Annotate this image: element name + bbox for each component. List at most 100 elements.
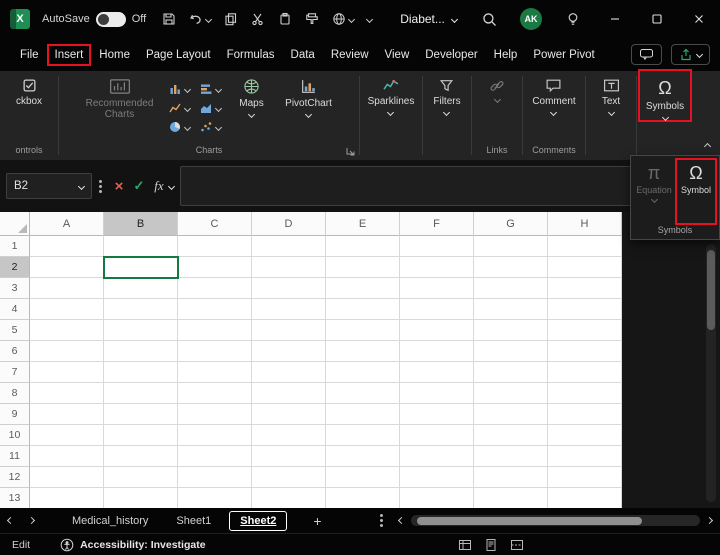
format-painter-button[interactable] [305,12,319,26]
cell-C6[interactable] [178,341,252,362]
cell-G13[interactable] [474,488,548,509]
vertical-scrollbar[interactable] [706,244,716,502]
cell-A13[interactable] [30,488,104,509]
cell-F9[interactable] [400,404,474,425]
cell-G9[interactable] [474,404,548,425]
sheet-tab-medical-history[interactable]: Medical_history [62,512,158,530]
cell-G2[interactable] [474,257,548,278]
cell-H2[interactable] [548,257,622,278]
cell-C11[interactable] [178,446,252,467]
formula-bar-handle[interactable] [99,184,102,188]
cell-H7[interactable] [548,362,622,383]
cell-A2[interactable] [30,257,104,278]
cell-C1[interactable] [178,236,252,257]
vertical-scrollbar-thumb[interactable] [707,250,715,330]
column-header-C[interactable]: C [178,212,252,236]
sparklines-button[interactable]: Sparklines [368,71,414,117]
cell-F11[interactable] [400,446,474,467]
bar-chart-button[interactable] [199,82,222,96]
cell-D13[interactable] [252,488,326,509]
cell-H13[interactable] [548,488,622,509]
row-header-1[interactable]: 1 [0,236,30,257]
cell-A1[interactable] [30,236,104,257]
horizontal-scrollbar-track[interactable] [410,515,700,526]
symbols-button[interactable]: Ω Symbols [640,71,690,122]
cell-D12[interactable] [252,467,326,488]
cell-C9[interactable] [178,404,252,425]
account-button[interactable]: AK [510,8,552,30]
cell-E3[interactable] [326,278,400,299]
hyperlink-button[interactable] [332,12,356,26]
chevron-down-icon[interactable] [205,15,213,23]
cell-F1[interactable] [400,236,474,257]
tab-power-pivot[interactable]: Power Pivot [525,44,602,66]
cell-B4[interactable] [104,299,178,320]
cell-H10[interactable] [548,425,622,446]
paste-button[interactable] [278,12,292,26]
cell-E6[interactable] [326,341,400,362]
area-chart-button[interactable] [199,101,222,115]
cell-E2[interactable] [326,257,400,278]
cell-G1[interactable] [474,236,548,257]
cell-H12[interactable] [548,467,622,488]
cell-B13[interactable] [104,488,178,509]
column-header-A[interactable]: A [30,212,104,236]
cell-G4[interactable] [474,299,548,320]
column-header-B[interactable]: B [104,212,178,236]
cell-F6[interactable] [400,341,474,362]
cell-B3[interactable] [104,278,178,299]
cell-A8[interactable] [30,383,104,404]
page-layout-view-icon[interactable] [484,538,498,552]
cell-F10[interactable] [400,425,474,446]
insert-function-button[interactable]: fx [149,178,169,194]
undo-button[interactable] [189,12,213,26]
cell-F2[interactable] [400,257,474,278]
tab-developer[interactable]: Developer [417,44,485,66]
cell-C4[interactable] [178,299,252,320]
cell-F4[interactable] [400,299,474,320]
tab-help[interactable]: Help [486,44,526,66]
cell-B5[interactable] [104,320,178,341]
cell-E5[interactable] [326,320,400,341]
cell-H11[interactable] [548,446,622,467]
cell-D8[interactable] [252,383,326,404]
cell-E10[interactable] [326,425,400,446]
cell-G11[interactable] [474,446,548,467]
cell-A3[interactable] [30,278,104,299]
checkbox-button[interactable]: ckbox [16,71,42,107]
row-header-5[interactable]: 5 [0,320,30,341]
cell-G7[interactable] [474,362,548,383]
row-header-2[interactable]: 2 [0,257,30,278]
column-header-G[interactable]: G [474,212,548,236]
cell-H8[interactable] [548,383,622,404]
cell-D11[interactable] [252,446,326,467]
cell-D3[interactable] [252,278,326,299]
autosave-toggle[interactable] [95,11,126,27]
cell-B2[interactable] [103,256,179,279]
cell-C10[interactable] [178,425,252,446]
symbol-menu-item[interactable]: Ω Symbol [677,160,715,223]
previous-sheet-button[interactable] [6,516,15,525]
cell-B1[interactable] [104,236,178,257]
cell-D6[interactable] [252,341,326,362]
cell-F3[interactable] [400,278,474,299]
cell-A4[interactable] [30,299,104,320]
cell-D4[interactable] [252,299,326,320]
cell-D7[interactable] [252,362,326,383]
cell-A10[interactable] [30,425,104,446]
row-header-7[interactable]: 7 [0,362,30,383]
cell-C12[interactable] [178,467,252,488]
tab-data[interactable]: Data [283,44,323,66]
cell-B9[interactable] [104,404,178,425]
row-header-9[interactable]: 9 [0,404,30,425]
sheet-tab-sheet1[interactable]: Sheet1 [166,512,221,530]
cancel-button[interactable]: × [109,178,129,195]
collapse-ribbon-button[interactable] [703,136,712,154]
cell-E4[interactable] [326,299,400,320]
share-button[interactable] [671,44,710,65]
filters-button[interactable]: Filters [433,71,461,117]
scatter-chart-button[interactable] [199,120,222,134]
row-header-11[interactable]: 11 [0,446,30,467]
cell-G10[interactable] [474,425,548,446]
cell-B11[interactable] [104,446,178,467]
